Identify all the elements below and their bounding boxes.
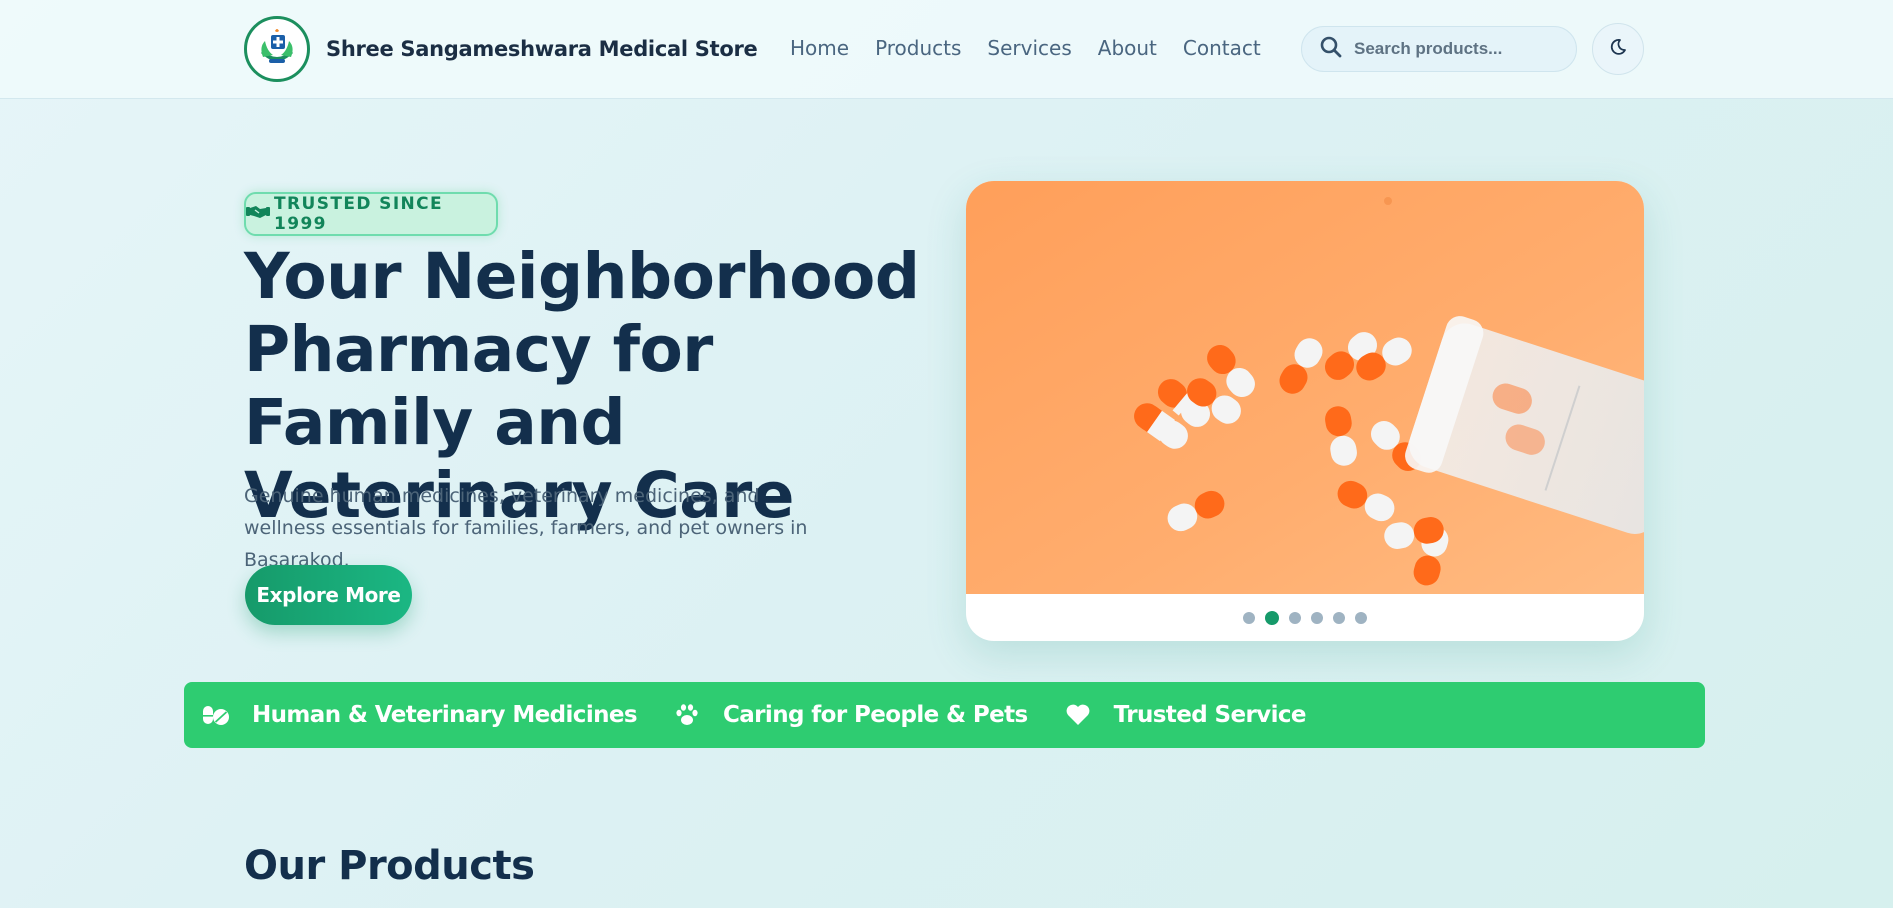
nav-products[interactable]: Products xyxy=(875,36,961,60)
hero-subtitle: Genuine human medicines, veterinary medi… xyxy=(244,485,808,571)
carousel-dot-active[interactable] xyxy=(1265,611,1279,625)
brand[interactable]: Shree Sangameshwara Medical Store xyxy=(244,16,758,82)
nav-about[interactable]: About xyxy=(1098,36,1157,60)
brand-name[interactable]: Shree Sangameshwara Medical Store xyxy=(326,37,758,61)
nav-contact[interactable]: Contact xyxy=(1183,36,1261,60)
ribbon-item: Caring for People & Pets xyxy=(663,699,1028,731)
carousel-dot[interactable] xyxy=(1311,612,1323,624)
badge-text: TRUSTED SINCE 1999 xyxy=(274,194,444,234)
ribbon-item: Trusted Service xyxy=(1054,699,1307,731)
ribbon-item-label: Caring for People & Pets xyxy=(722,702,1028,728)
moon-icon xyxy=(1609,38,1627,61)
heart-icon xyxy=(1062,699,1094,731)
nav-services[interactable]: Services xyxy=(987,36,1071,60)
pharmacy-logo[interactable] xyxy=(244,16,310,82)
trusted-badge: TRUSTED SINCE 1999 xyxy=(244,192,498,236)
ribbon-item: Human & Veterinary Medicines xyxy=(192,699,638,731)
paw-icon xyxy=(671,699,703,731)
carousel-slide-image xyxy=(966,181,1644,594)
carousel-dot[interactable] xyxy=(1243,612,1255,624)
main-nav: Home Products Services About Contact xyxy=(790,36,1261,60)
hero-carousel[interactable] xyxy=(966,181,1644,641)
carousel-dots xyxy=(966,607,1644,629)
search-icon xyxy=(1320,36,1342,63)
theme-toggle-button[interactable] xyxy=(1592,23,1644,75)
nav-home[interactable]: Home xyxy=(790,36,849,60)
site-header: Shree Sangameshwara Medical Store Home P… xyxy=(0,0,1893,99)
carousel-dot[interactable] xyxy=(1289,612,1301,624)
feature-ribbon: Human & Veterinary Medicines Caring for … xyxy=(184,682,1705,748)
handshake-icon xyxy=(246,204,270,225)
pills-icon xyxy=(200,699,232,731)
products-section-title: Our Products xyxy=(244,843,535,889)
ribbon-item-label: Trusted Service xyxy=(1113,702,1307,728)
explore-more-button[interactable]: Explore More xyxy=(245,565,412,625)
carousel-dot[interactable] xyxy=(1333,612,1345,624)
ribbon-item-label: Human & Veterinary Medicines xyxy=(252,702,638,728)
search-box[interactable] xyxy=(1301,26,1577,72)
carousel-dot[interactable] xyxy=(1355,612,1367,624)
search-input[interactable] xyxy=(1354,39,1554,59)
